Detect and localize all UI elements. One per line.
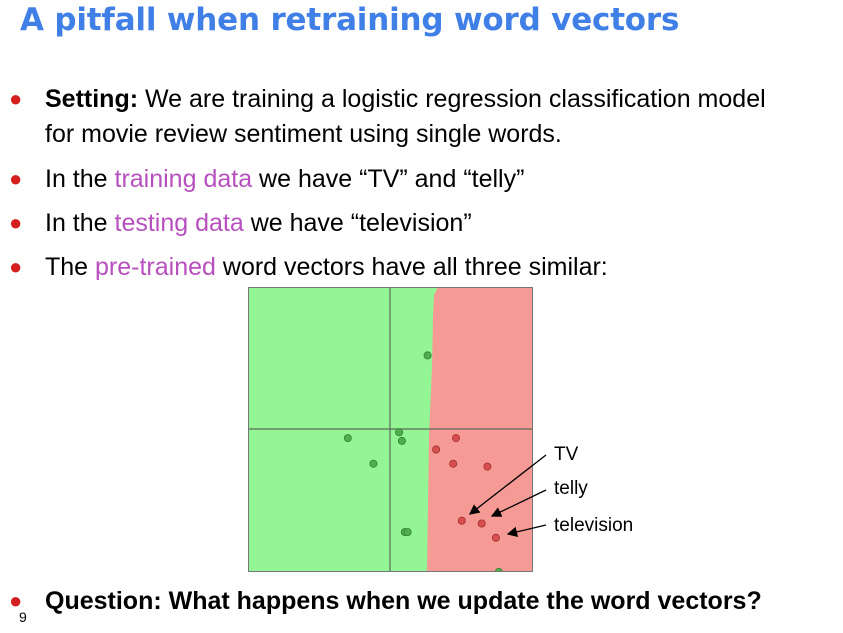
arrow-tv	[468, 454, 547, 515]
question-text: Question: What happens when we update th…	[45, 587, 762, 615]
page-number: 9	[19, 609, 27, 625]
bullet-question: ● Question: What happens when we update …	[9, 584, 762, 618]
arrow-television	[506, 524, 547, 537]
label-telly: telly	[554, 478, 588, 499]
arrow-layer	[468, 454, 547, 537]
arrow-telly	[490, 489, 547, 517]
label-television: television	[554, 515, 634, 536]
label-tv: TV	[554, 444, 579, 465]
